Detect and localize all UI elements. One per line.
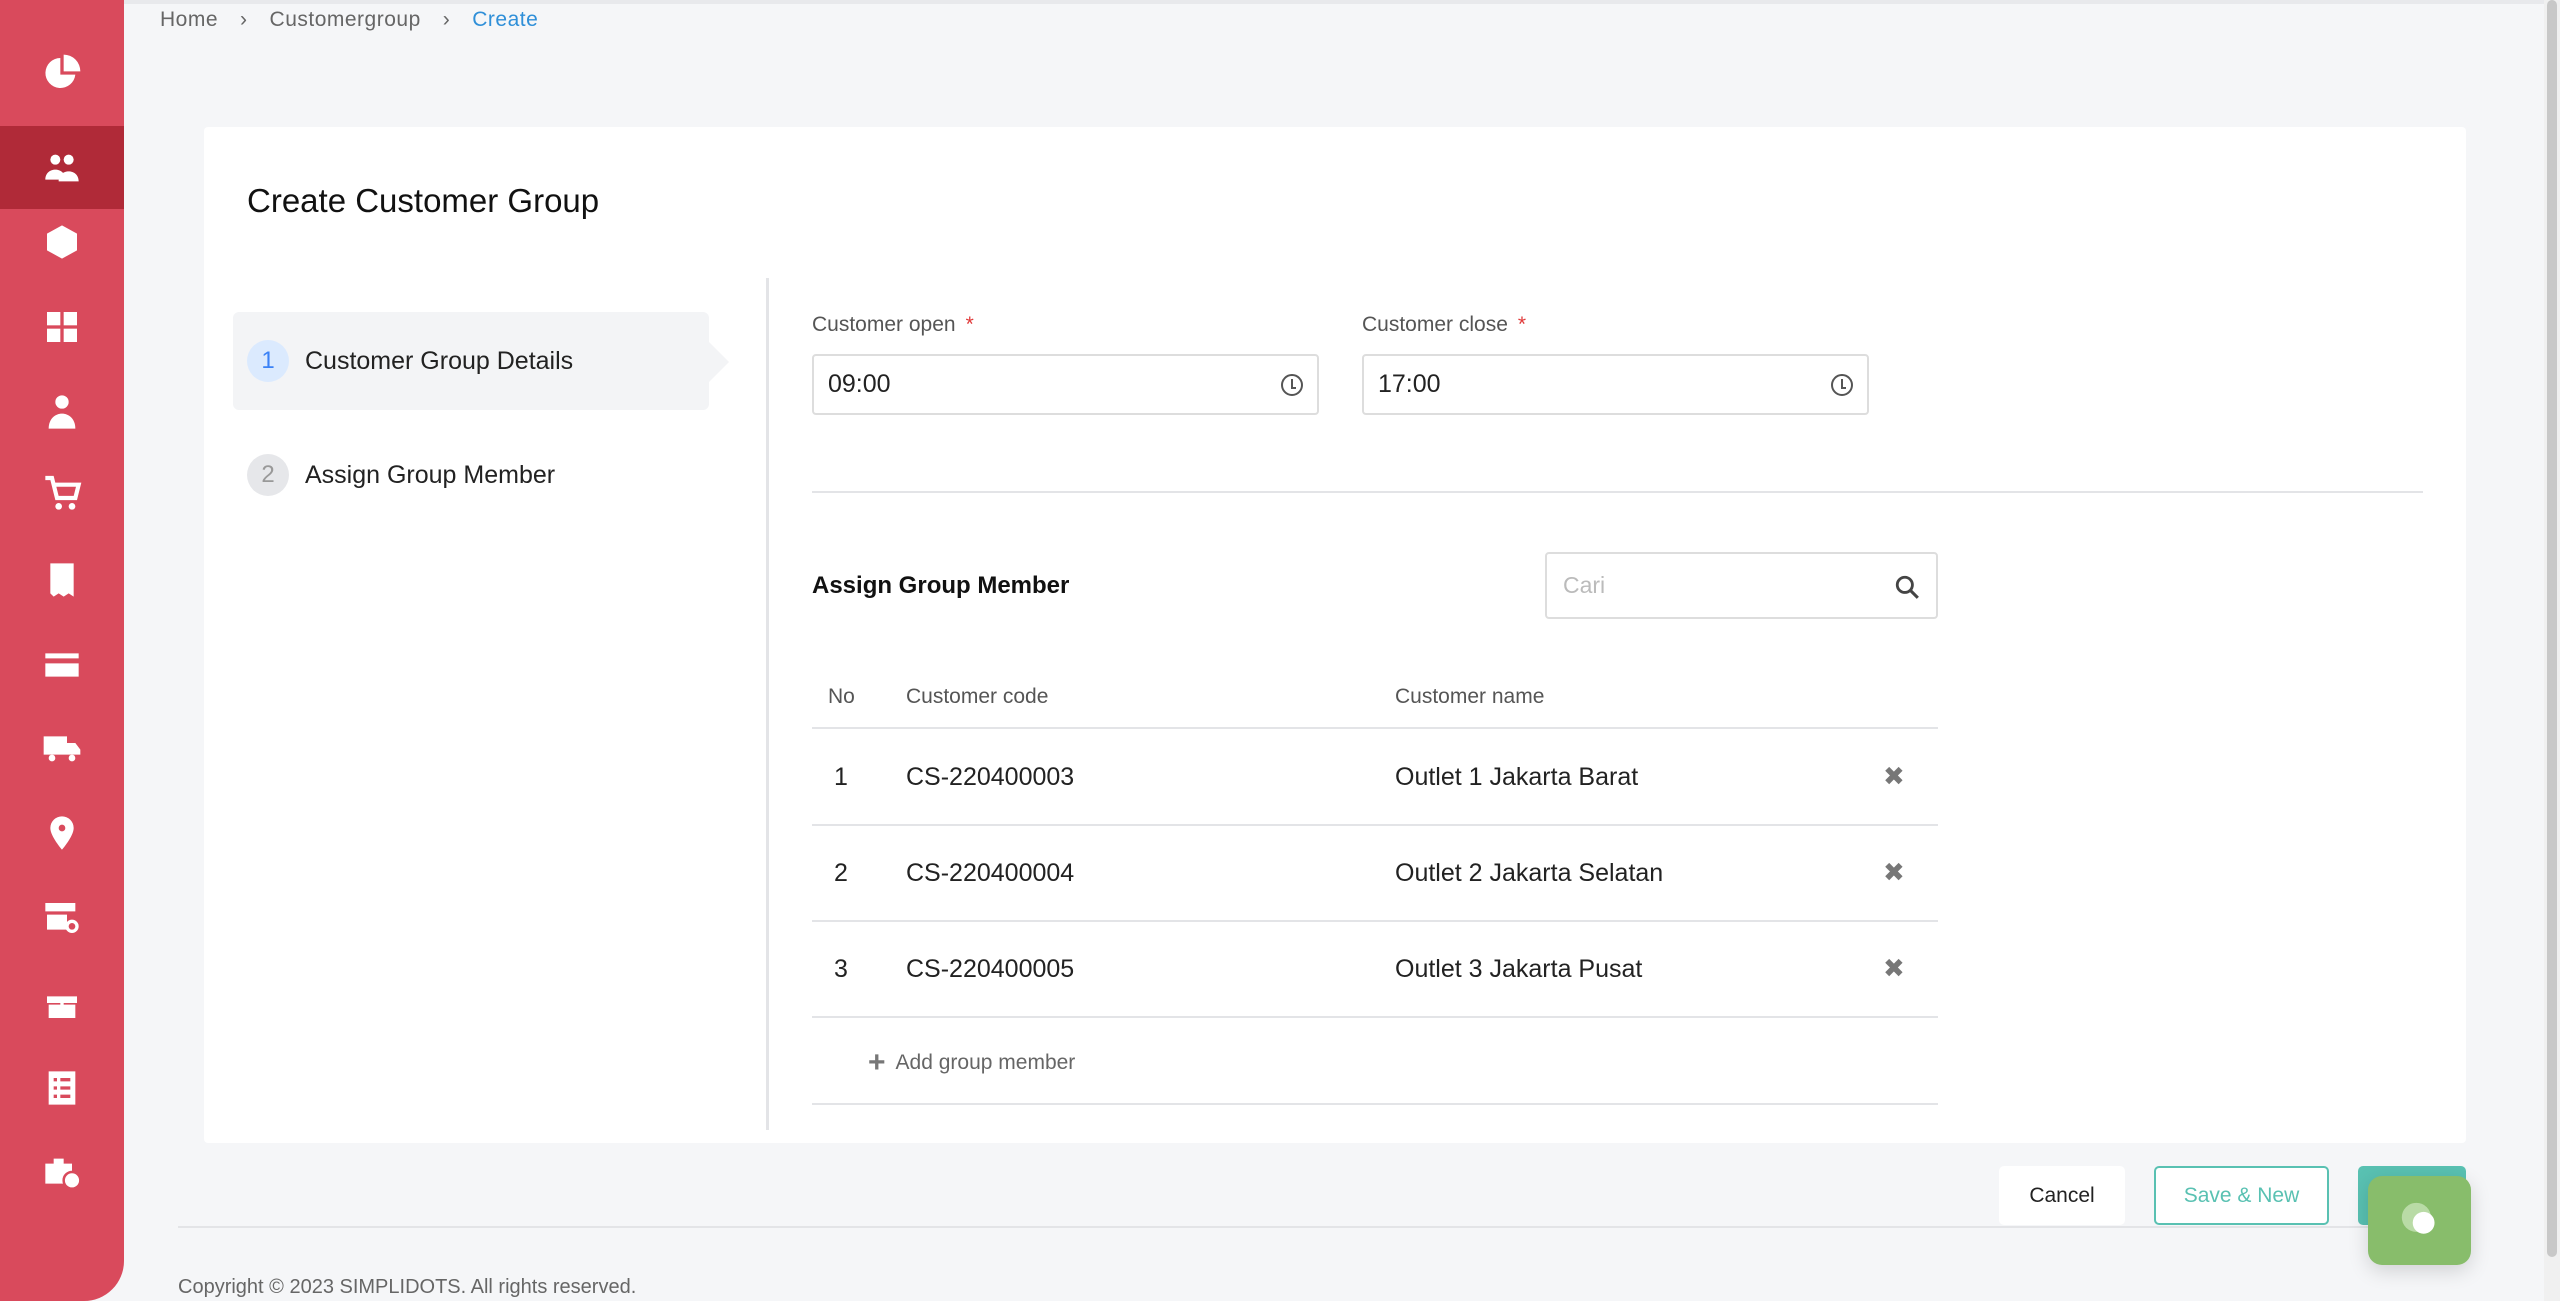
customer-close-label: Customer close * [1362, 313, 1526, 337]
save-and-new-button[interactable]: Save & New [2154, 1166, 2329, 1225]
column-header-name: Customer name [1395, 685, 1545, 708]
breadcrumb-current: Create [472, 8, 539, 31]
copyright: Copyright © 2023 SIMPLIDOTS. All rights … [178, 1276, 637, 1298]
divider [766, 278, 769, 1130]
remove-icon[interactable]: ✖ [1883, 857, 1905, 888]
map-pin-icon [50, 816, 74, 850]
sidebar [0, 0, 124, 1301]
top-border [124, 0, 2544, 4]
input-value: 09:00 [828, 370, 891, 398]
briefcase-clock-icon [45, 1158, 82, 1190]
clock-icon[interactable] [1831, 373, 1853, 396]
receipt-icon [50, 563, 74, 597]
cancel-button[interactable]: Cancel [1999, 1166, 2125, 1225]
add-group-member-button[interactable]: + Add group member [868, 1046, 1075, 1080]
search-input[interactable]: Cari [1545, 552, 1938, 619]
column-header-no: No [828, 685, 855, 708]
box-icon [47, 225, 77, 259]
breadcrumb: Home › Customergroup › Create [160, 8, 538, 32]
sidebar-item-customers[interactable] [0, 126, 124, 209]
sidebar-item-attendance[interactable] [0, 1130, 124, 1214]
row-line [812, 920, 1938, 922]
required-mark: * [965, 313, 974, 336]
plus-icon: + [868, 1046, 886, 1079]
row-line [812, 1016, 1938, 1018]
input-value: 17:00 [1378, 370, 1441, 398]
add-label: Add group member [895, 1051, 1076, 1074]
gift-icon [47, 996, 77, 1018]
row-code: CS-220400005 [906, 955, 1075, 983]
sidebar-item-outlet-search[interactable] [0, 876, 124, 960]
row-name: Outlet 1 Jakarta Barat [1395, 763, 1639, 791]
sidebar-item-salesman[interactable] [0, 370, 124, 454]
sidebar-item-orders[interactable] [0, 451, 124, 535]
row-no: 2 [834, 859, 848, 887]
chat-widget-button[interactable] [2368, 1176, 2471, 1265]
footer-divider [178, 1226, 2468, 1228]
row-line [812, 824, 1938, 826]
row-code: CS-220400004 [906, 859, 1075, 887]
row-name: Outlet 3 Jakarta Pusat [1395, 955, 1643, 983]
store-search-icon [45, 903, 79, 933]
table-header-line [812, 727, 1938, 729]
salesman-icon [48, 395, 76, 429]
sidebar-item-dashboard[interactable] [0, 31, 124, 115]
sidebar-item-payments[interactable] [0, 623, 124, 707]
scrollbar-thumb[interactable] [2547, 0, 2557, 1257]
customer-open-label: Customer open * [812, 313, 974, 337]
row-no: 1 [834, 763, 848, 791]
column-header-code: Customer code [906, 685, 1049, 708]
remove-icon[interactable]: ✖ [1883, 953, 1905, 984]
label-text: Customer close [1362, 313, 1508, 336]
section-title: Assign Group Member [812, 572, 1070, 599]
row-no: 3 [834, 955, 848, 983]
truck-icon [43, 736, 81, 762]
scrollbar[interactable] [2544, 0, 2560, 1301]
clock-icon[interactable] [1281, 373, 1303, 396]
divider [812, 491, 2423, 493]
chevron-right-icon: › [442, 8, 451, 31]
step-number: 1 [247, 340, 289, 382]
step-label: Customer Group Details [305, 346, 574, 375]
users-icon [45, 154, 79, 181]
customer-open-input[interactable]: 09:00 [812, 354, 1319, 415]
step-assign-group-member[interactable]: 2 Assign Group Member [233, 426, 709, 524]
row-name: Outlet 2 Jakarta Selatan [1395, 859, 1664, 887]
breadcrumb-home[interactable]: Home [160, 8, 218, 32]
remove-icon[interactable]: ✖ [1883, 761, 1905, 792]
breadcrumb-customergroup[interactable]: Customergroup [270, 8, 421, 32]
form-card [204, 127, 2466, 1143]
table-bottom-line [812, 1103, 1938, 1105]
cart-icon [45, 475, 82, 510]
page-title: Create Customer Group [247, 182, 600, 219]
required-mark: * [1517, 313, 1527, 336]
sidebar-item-survey[interactable] [0, 1046, 124, 1130]
pie-chart-icon [45, 54, 81, 88]
row-code: CS-220400003 [906, 763, 1075, 791]
sidebar-item-promo[interactable] [0, 961, 124, 1045]
step-number: 2 [247, 454, 289, 496]
step-customer-group-details[interactable]: 1 Customer Group Details [233, 312, 729, 410]
checklist-icon [48, 1071, 76, 1105]
customer-close-input[interactable]: 17:00 [1362, 354, 1869, 415]
sidebar-item-warehouse[interactable] [0, 285, 124, 369]
step-label: Assign Group Member [305, 460, 556, 489]
warehouse-boxes-icon [47, 312, 77, 342]
chevron-right-icon: › [240, 8, 248, 31]
sidebar-item-location[interactable] [0, 791, 124, 875]
sidebar-item-products[interactable] [0, 200, 124, 284]
label-text: Customer open [812, 313, 956, 336]
chat-bubbles-icon [2401, 1202, 2435, 1234]
search-icon[interactable] [1894, 574, 1920, 600]
sidebar-item-delivery[interactable] [0, 706, 124, 790]
credit-card-icon [45, 653, 79, 677]
search-placeholder: Cari [1563, 572, 1606, 598]
sidebar-item-invoices[interactable] [0, 538, 124, 622]
